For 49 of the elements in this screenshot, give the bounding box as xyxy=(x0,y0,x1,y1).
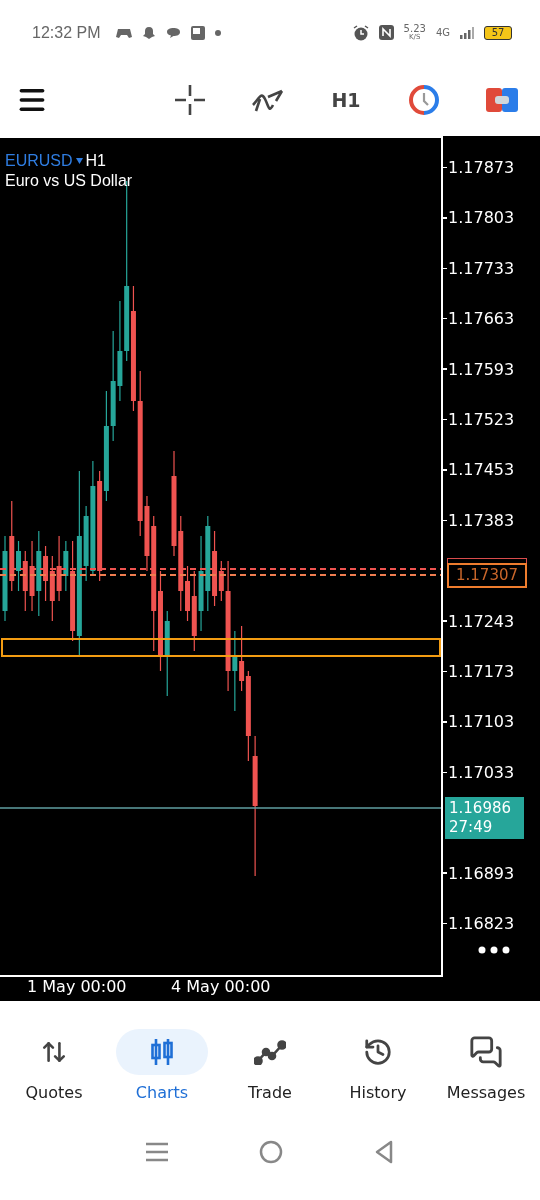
battery-indicator: 57 xyxy=(484,25,512,40)
price-marker: 1.17307 xyxy=(447,562,527,588)
price-axis-label: 1.17033 xyxy=(448,762,515,782)
chat-bubble-icon xyxy=(166,26,182,39)
price-axis-label: 1.17453 xyxy=(448,460,515,480)
game-controller-icon xyxy=(116,26,133,39)
bar-countdown: 27:49 xyxy=(449,817,494,837)
image-icon xyxy=(191,25,206,40)
line-graph-icon xyxy=(254,1038,286,1065)
nav-tab[interactable]: History xyxy=(324,1028,432,1102)
price-axis-label: 1.17173 xyxy=(448,662,515,682)
price-axis-label: 1.17593 xyxy=(448,359,515,379)
price-axis-label: 1.17243 xyxy=(448,611,515,631)
period-label: H1 xyxy=(85,151,106,170)
nav-tab[interactable]: Messages xyxy=(432,1028,540,1102)
price-axis-label: 1.17103 xyxy=(448,712,515,732)
price-axis-label: 1.16893 xyxy=(448,863,515,883)
history-icon xyxy=(363,1036,393,1067)
symbol-label[interactable]: EURUSD xyxy=(5,151,73,170)
nav-tab[interactable]: Trade xyxy=(216,1028,324,1102)
nav-tab[interactable]: Quotes xyxy=(0,1028,108,1102)
price-axis-label: 1.17383 xyxy=(448,510,515,530)
alarm-icon xyxy=(352,24,369,41)
nfc-icon xyxy=(378,25,394,41)
recent-apps-icon[interactable] xyxy=(145,1141,168,1162)
price-axis-label: 1.16823 xyxy=(448,914,515,934)
timeframe-button[interactable]: H1 xyxy=(330,84,362,117)
price-axis-label: 1.17663 xyxy=(448,309,515,329)
network-type: 4G xyxy=(435,27,450,39)
time-axis-label: 4 May 00:00 xyxy=(171,976,271,996)
status-time: 12:32 PM xyxy=(32,23,101,42)
home-icon[interactable] xyxy=(259,1139,283,1164)
back-icon[interactable] xyxy=(374,1139,395,1164)
crosshair-button[interactable] xyxy=(174,84,206,117)
clock-button[interactable] xyxy=(408,84,440,117)
price-axis-label: 1.17733 xyxy=(448,258,515,278)
price-axis-label: 1.17803 xyxy=(448,208,515,228)
messages-icon xyxy=(469,1034,503,1069)
price-axis-label: 1.17873 xyxy=(448,158,515,178)
dropdown-caret-icon xyxy=(75,157,83,164)
price-axis-label: 1.17523 xyxy=(448,410,515,430)
current-price: 1.16986 xyxy=(449,798,513,818)
dot-icon xyxy=(215,29,222,36)
signal-icon xyxy=(460,26,474,39)
network-speed: 5.23 xyxy=(403,24,426,35)
symbol-description: Euro vs US Dollar xyxy=(5,171,133,190)
time-axis-label: 1 May 00:00 xyxy=(27,976,127,996)
candlestick-icon xyxy=(149,1036,175,1067)
more-icon[interactable] xyxy=(478,945,510,954)
